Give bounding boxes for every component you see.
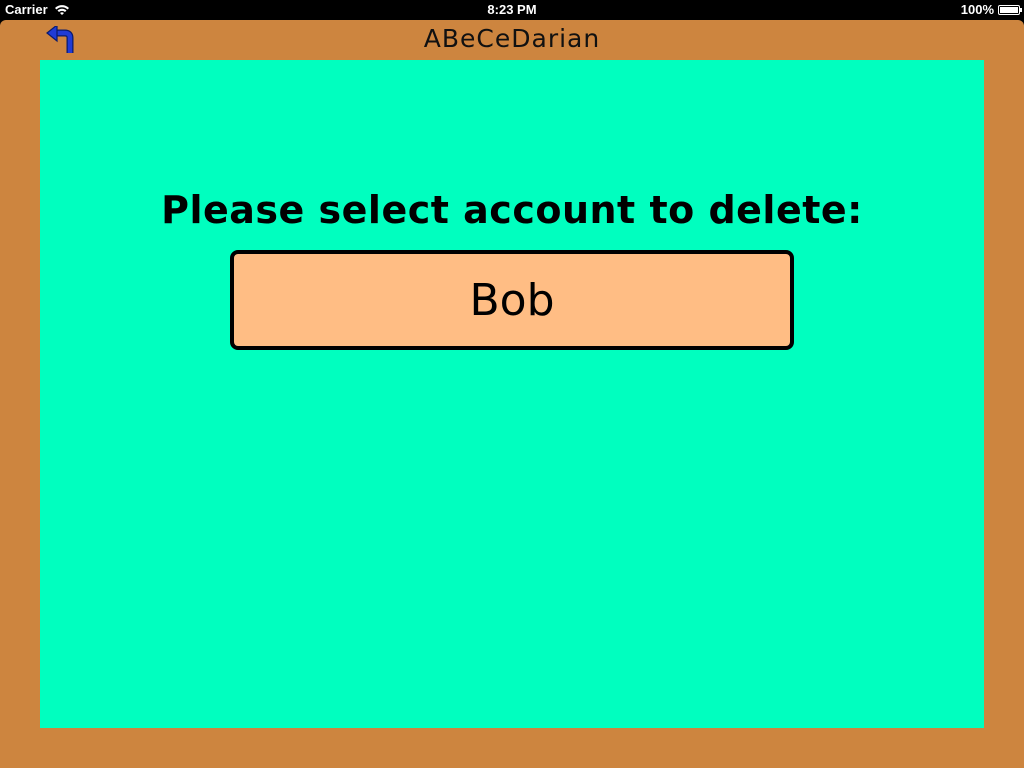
content-panel: Please select account to delete: Bob: [40, 60, 984, 728]
status-time: 8:23 PM: [487, 2, 537, 17]
battery-percent: 100%: [960, 2, 994, 17]
account-label: Bob: [469, 274, 555, 326]
account-button-bob[interactable]: Bob: [230, 250, 794, 350]
app-frame: ABeCeDarian Please select account to del…: [0, 20, 1024, 768]
status-right: 100%: [960, 2, 1022, 17]
app-title: ABeCeDarian: [423, 24, 601, 53]
prompt-label: Please select account to delete:: [161, 188, 863, 232]
battery-icon: [998, 4, 1022, 15]
status-bar: Carrier 8:23 PM 100%: [0, 0, 1024, 20]
